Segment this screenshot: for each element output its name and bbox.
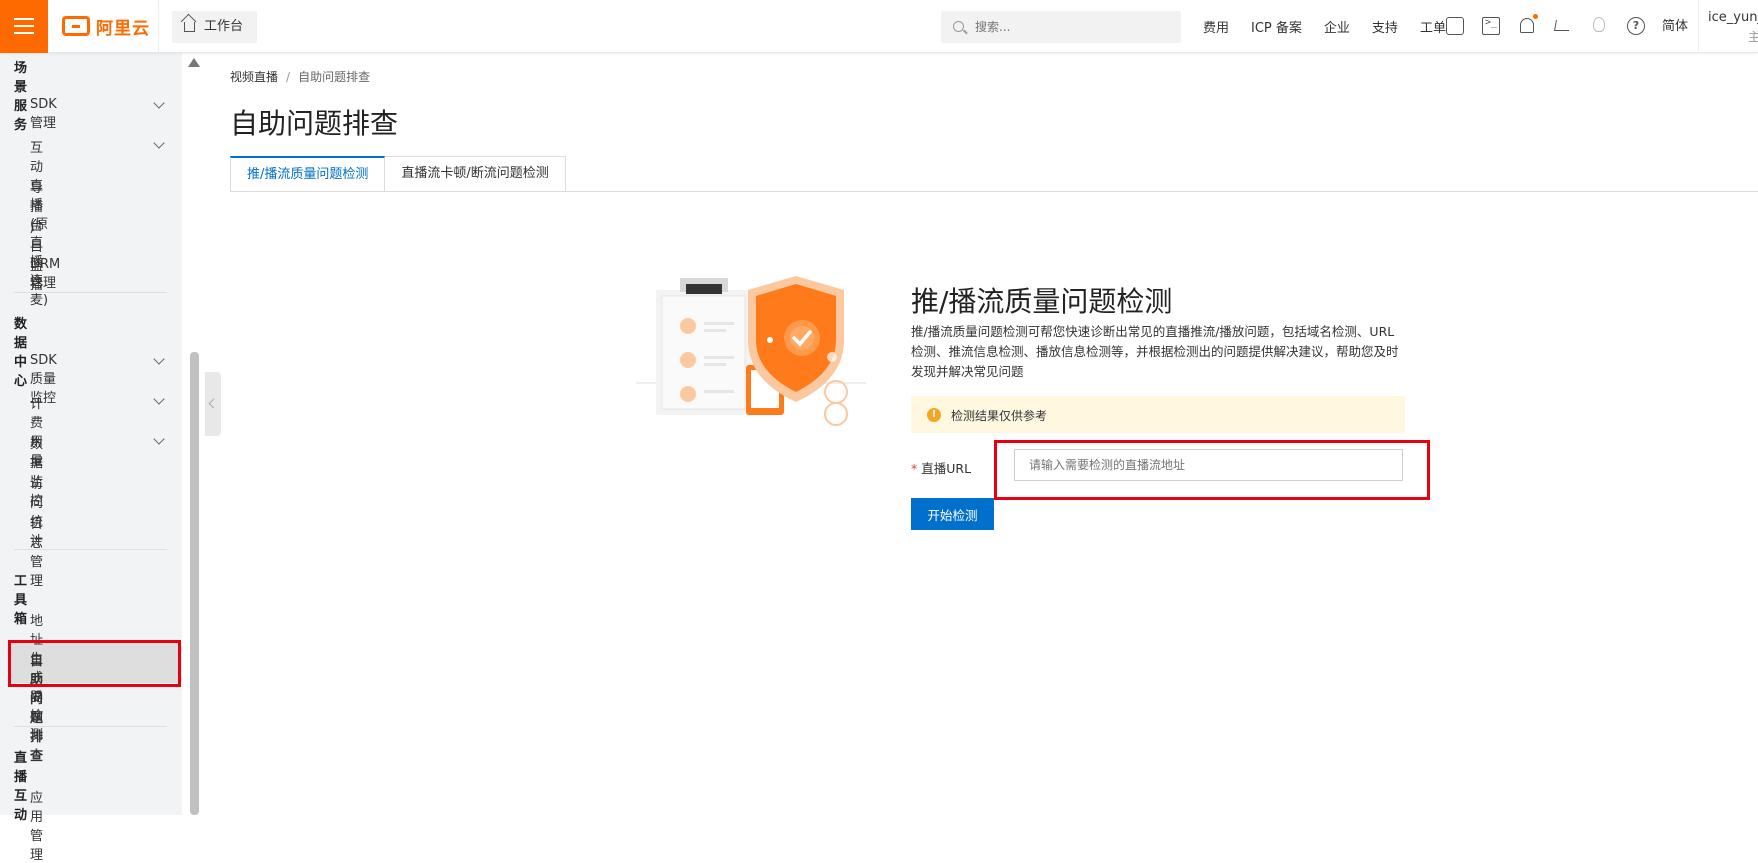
nav-fees[interactable]: 费用: [1203, 17, 1229, 36]
help-icon[interactable]: ?: [1627, 17, 1645, 35]
bulb-icon[interactable]: [1593, 17, 1605, 32]
group-scene-services: 场景服务: [14, 61, 28, 133]
user-sub-label: 主: [1748, 30, 1758, 44]
menu-icon[interactable]: [0, 0, 48, 53]
sidebar-item-ip-check[interactable]: IP检测: [30, 690, 43, 743]
sidebar-divider: [14, 549, 167, 550]
notice-banner: ! 检测结果仅供参考: [911, 396, 1405, 433]
home-icon: [184, 22, 195, 32]
sidebar-item-app-management[interactable]: 应用管理: [30, 787, 43, 863]
group-data-center: 数据中心: [14, 317, 28, 389]
nav-ticket[interactable]: 工单: [1420, 17, 1446, 36]
workbench-button[interactable]: 工作台: [172, 11, 258, 43]
group-toolbox: 工具箱: [14, 574, 28, 627]
collapse-sidebar-button[interactable]: [205, 372, 221, 436]
sidebar-item-drm[interactable]: DRM管理: [30, 257, 60, 291]
top-bar: 阿里云 工作台 费用 ICP 备案 企业 支持 工单 ? 简体 ice_yunj…: [0, 0, 1758, 53]
aliyun-logo[interactable]: 阿里云: [62, 13, 150, 39]
breadcrumb: 视频直播 / 自助问题排查: [230, 70, 371, 84]
search-icon: [953, 21, 964, 32]
search-box[interactable]: [941, 11, 1181, 43]
tab-bar: 推/播流质量问题检测 直播流卡顿/断流问题检测: [230, 156, 566, 192]
sidebar-divider: [14, 726, 167, 727]
nav-icp[interactable]: ICP 备案: [1251, 17, 1302, 36]
scroll-up-icon[interactable]: [188, 58, 200, 67]
divider: [158, 0, 159, 53]
cart-icon[interactable]: [1554, 20, 1571, 31]
sidebar-item-sdk[interactable]: SDK管理: [30, 97, 57, 131]
tab-underline: [230, 191, 1758, 192]
sidebar: [0, 53, 182, 815]
search-input[interactable]: [975, 11, 1175, 43]
notification-dot: [1533, 14, 1538, 19]
terminal-icon[interactable]: [1482, 17, 1500, 35]
url-field-label: * 直播URL: [911, 461, 972, 476]
scrollbar-thumb[interactable]: [190, 352, 199, 815]
detection-title: 推/播流质量问题检测: [911, 285, 1173, 318]
warning-icon: !: [927, 408, 941, 422]
required-mark: *: [911, 461, 918, 476]
logo-icon: [62, 16, 90, 36]
detection-description: 推/播流质量问题检测可帮您快速诊断出常见的直播推流/播放问题，包括域名检测、UR…: [911, 324, 1399, 379]
notice-text: 检测结果仅供参考: [951, 409, 1048, 423]
tab-push-play-quality[interactable]: 推/播流质量问题检测: [230, 156, 386, 192]
nav-enterprise[interactable]: 企业: [1324, 17, 1350, 36]
tab-stutter-interrupt[interactable]: 直播流卡顿/断流问题检测: [385, 156, 566, 192]
divider: [1698, 0, 1699, 53]
top-nav: 费用 ICP 备案 企业 支持 工单: [1203, 0, 1468, 53]
sidebar-divider: [14, 292, 167, 293]
code-icon[interactable]: [1446, 17, 1464, 35]
sidebar-item-logs[interactable]: 日志管理: [30, 513, 43, 589]
language-switch[interactable]: 简体: [1662, 0, 1688, 53]
breadcrumb-current: 自助问题排查: [298, 70, 371, 84]
page-title: 自助问题排查: [230, 107, 399, 140]
nav-support[interactable]: 支持: [1372, 17, 1398, 36]
bell-icon[interactable]: [1520, 14, 1538, 33]
group-live-interactive: 直播互动: [14, 751, 28, 823]
start-detection-button[interactable]: 开始检测: [911, 498, 994, 530]
diagnosis-illustration-icon: [636, 276, 866, 426]
user-account[interactable]: ice_yunjia: [1708, 10, 1758, 25]
live-url-input[interactable]: [1014, 449, 1403, 481]
breadcrumb-live[interactable]: 视频直播: [230, 70, 278, 84]
